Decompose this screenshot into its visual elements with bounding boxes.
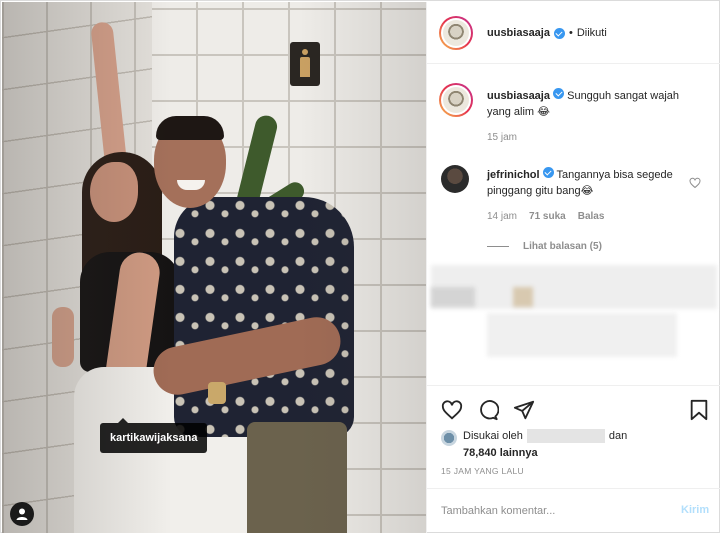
user-tag-icon[interactable] (10, 502, 34, 526)
comment-text: jefrinichol Tangannya bisa segede pingga… (487, 167, 687, 199)
replies-divider (487, 245, 509, 247)
liker-avatar[interactable] (441, 430, 457, 446)
reply-button[interactable]: Balas (578, 211, 605, 222)
likes-count[interactable]: 78,840 lainnya (463, 447, 538, 459)
instagram-post-modal: kartikawijaksana uusbiasaaja • Diikuti u… (0, 0, 720, 533)
heart-icon[interactable] (441, 399, 463, 421)
header-username[interactable]: uusbiasaaja (487, 27, 550, 39)
user-tag-label[interactable]: kartikawijaksana (100, 418, 208, 453)
caption-avatar[interactable] (439, 83, 473, 117)
header-separator: • (568, 27, 573, 39)
liker-username-blurred[interactable] (526, 429, 605, 444)
view-replies-button[interactable]: Lihat balasan (5) (487, 241, 602, 252)
bookmark-icon[interactable] (689, 399, 709, 421)
comment-meta: 14 jam 71 suka Balas (487, 211, 604, 222)
avatar[interactable] (439, 16, 473, 50)
verified-badge-icon (553, 27, 565, 39)
comment-icon[interactable] (477, 399, 499, 421)
post-actions: Disukai oleh dan 78,840 lainnya 15 JAM YA… (427, 385, 720, 533)
post-comment-button[interactable]: Kirim (681, 504, 709, 516)
comment-input[interactable] (441, 501, 661, 521)
caption-text: uusbiasaaja Sungguh sangat wajah yang al… (487, 88, 705, 120)
verified-badge-icon (553, 88, 565, 99)
blurred-comment (487, 313, 677, 357)
comment-likes[interactable]: 71 suka (529, 211, 566, 222)
post-timestamp[interactable]: 15 JAM YANG LALU (441, 466, 524, 476)
likes-conjunction: dan (608, 430, 628, 442)
likes-prefix: Disukai oleh (463, 430, 523, 442)
view-replies-label: Lihat balasan (5) (523, 241, 602, 252)
likes-text: Disukai oleh dan 78,840 lainnya (463, 428, 627, 462)
header-user: uusbiasaaja • Diikuti (487, 27, 607, 39)
follow-status-button[interactable]: Diikuti (577, 27, 607, 39)
caption-meta: 15 jam (487, 132, 517, 143)
photo-shading (2, 2, 426, 533)
verified-badge-icon (542, 167, 554, 178)
post-photo[interactable]: kartikawijaksana (2, 2, 426, 533)
add-comment-bar: Kirim (427, 488, 720, 534)
comments-section: uusbiasaaja Sungguh sangat wajah yang al… (427, 65, 720, 385)
post-sidebar: uusbiasaaja • Diikuti uusbiasaaja Sunggu… (426, 2, 720, 533)
blurred-comment (431, 287, 475, 307)
comment-username[interactable]: jefrinichol (487, 169, 540, 181)
share-icon[interactable] (513, 399, 535, 421)
caption-time[interactable]: 15 jam (487, 132, 517, 143)
comment-time[interactable]: 14 jam (487, 211, 517, 222)
comment-like-heart-icon[interactable] (689, 177, 701, 189)
blurred-comment (513, 287, 533, 307)
commenter-avatar[interactable] (441, 165, 469, 193)
caption-username[interactable]: uusbiasaaja (487, 90, 550, 102)
post-header: uusbiasaaja • Diikuti (427, 2, 720, 64)
